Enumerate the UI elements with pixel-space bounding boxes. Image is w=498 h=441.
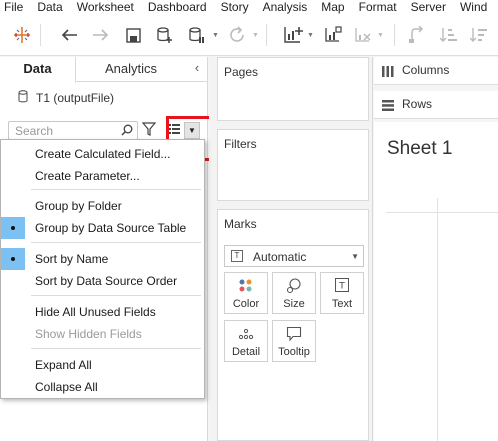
new-data-source-icon[interactable] [152, 22, 178, 48]
color-label: Color [232, 298, 260, 310]
size-icon [273, 278, 315, 294]
menu-item-sort-by-data-source-order[interactable]: Sort by Data Source Order [1, 270, 204, 292]
refresh-icon[interactable] [224, 22, 250, 48]
menu-story[interactable]: Story [214, 0, 256, 14]
menu-server[interactable]: Server [404, 0, 453, 14]
checked-indicator-icon [1, 248, 25, 270]
field-options-menu: Create Calculated Field... Create Parame… [0, 139, 205, 399]
marks-title: Marks [224, 217, 257, 231]
rows-shelf[interactable]: Rows [374, 91, 498, 119]
menu-worksheet[interactable]: Worksheet [70, 0, 141, 14]
marks-card: Marks T Automatic ▼ Color Size T Text De… [217, 209, 369, 441]
sheet-title[interactable]: Sheet 1 [387, 138, 453, 160]
clear-sheet-caret[interactable]: ▼ [377, 32, 384, 39]
undo-icon[interactable] [56, 22, 82, 48]
svg-text:T: T [338, 282, 345, 292]
tab-analytics[interactable]: Analytics [76, 57, 186, 82]
data-source-item[interactable]: T1 (outputFile) [18, 90, 114, 106]
menu-item-show-hidden-fields: Show Hidden Fields [35, 327, 142, 341]
rows-label: Rows [402, 97, 433, 111]
text-label: Text [331, 298, 353, 310]
refresh-caret[interactable]: ▼ [252, 32, 259, 39]
menu-file[interactable]: File [0, 0, 30, 14]
tableau-logo-icon[interactable] [9, 22, 35, 48]
swap-icon[interactable] [404, 22, 430, 48]
sheet-canvas[interactable]: Sheet 1 [374, 122, 498, 441]
menu-item-hide-all-unused-fields[interactable]: Hide All Unused Fields [1, 301, 204, 323]
redo-icon[interactable] [88, 22, 114, 48]
mark-type-value: Automatic [253, 250, 307, 264]
filter-icon[interactable] [141, 122, 157, 139]
rows-icon [382, 100, 394, 114]
menu-bar: File Data Worksheet Dashboard Story Anal… [0, 0, 498, 14]
pages-title: Pages [224, 65, 259, 79]
data-source-name: T1 (outputFile) [36, 91, 115, 105]
toolbar: ▼ ▼ ▼ ▼ [0, 14, 498, 56]
menu-item-group-by-folder[interactable]: Group by Folder [1, 195, 204, 217]
pause-updates-caret[interactable]: ▼ [212, 32, 219, 39]
cards-pane: Pages Filters Marks T Automatic ▼ Color … [209, 57, 373, 441]
menu-item-sort-by-name[interactable]: Sort by Name [1, 248, 204, 270]
save-icon[interactable] [120, 22, 146, 48]
duplicate-icon[interactable] [320, 22, 346, 48]
menu-dashboard[interactable]: Dashboard [141, 0, 214, 14]
menu-item-expand-all[interactable]: Expand All [1, 354, 204, 376]
columns-shelf[interactable]: Columns [374, 57, 498, 85]
menu-window[interactable]: Wind [453, 0, 494, 14]
columns-icon [382, 66, 394, 80]
pane-tabs: Data Analytics ‹ [0, 57, 208, 83]
sort-ascending-icon[interactable] [436, 22, 462, 48]
pause-updates-icon[interactable] [184, 22, 210, 48]
sort-descending-icon[interactable] [466, 22, 492, 48]
tooltip-button[interactable]: Tooltip [272, 320, 316, 362]
menu-item-create-parameter[interactable]: Create Parameter... [1, 165, 204, 187]
menu-separator [31, 242, 201, 243]
menu-separator [31, 189, 201, 190]
new-worksheet-icon[interactable] [280, 22, 306, 48]
size-label: Size [283, 298, 305, 310]
columns-label: Columns [402, 63, 450, 77]
filters-card[interactable]: Filters [217, 129, 369, 201]
menu-separator [31, 295, 201, 296]
menu-map[interactable]: Map [314, 0, 351, 14]
search-placeholder: Search [15, 124, 54, 138]
clear-sheet-icon[interactable] [350, 22, 376, 48]
mark-type-select[interactable]: T Automatic ▼ [224, 245, 364, 267]
detail-icon [225, 326, 267, 342]
detail-button[interactable]: Detail [224, 320, 268, 362]
text-icon: T [321, 278, 363, 294]
collapse-pane-icon[interactable]: ‹ [190, 60, 204, 78]
menu-item-label: Sort by Name [35, 252, 109, 266]
color-icon [225, 278, 267, 294]
pages-card[interactable]: Pages [217, 57, 369, 121]
tooltip-label: Tooltip [278, 346, 310, 358]
search-input[interactable]: Search [8, 121, 138, 140]
tab-data[interactable]: Data [0, 57, 76, 83]
menu-item-collapse-all[interactable]: Collapse All [1, 376, 204, 398]
chevron-down-icon: ▼ [351, 252, 359, 261]
size-button[interactable]: Size [272, 272, 316, 314]
menu-item-label: Group by Data Source Table [35, 221, 187, 235]
filters-title: Filters [224, 137, 257, 151]
database-icon [18, 90, 28, 106]
menu-item-group-by-data-source-table[interactable]: Group by Data Source Table [1, 217, 204, 239]
text-mark-icon: T [231, 250, 243, 262]
menu-separator [31, 348, 201, 349]
sheet-gridline [437, 198, 438, 441]
sheet-gridline [386, 212, 498, 213]
menu-format[interactable]: Format [352, 0, 404, 14]
menu-item-create-calculated-field[interactable]: Create Calculated Field... [1, 143, 204, 165]
menu-data[interactable]: Data [30, 0, 69, 14]
menu-analysis[interactable]: Analysis [256, 0, 315, 14]
color-button[interactable]: Color [224, 272, 268, 314]
tooltip-icon [273, 326, 315, 342]
new-worksheet-caret[interactable]: ▼ [307, 32, 314, 39]
text-button[interactable]: T Text [320, 272, 364, 314]
search-icon [121, 124, 133, 139]
detail-label: Detail [231, 346, 261, 358]
checked-indicator-icon [1, 217, 25, 239]
